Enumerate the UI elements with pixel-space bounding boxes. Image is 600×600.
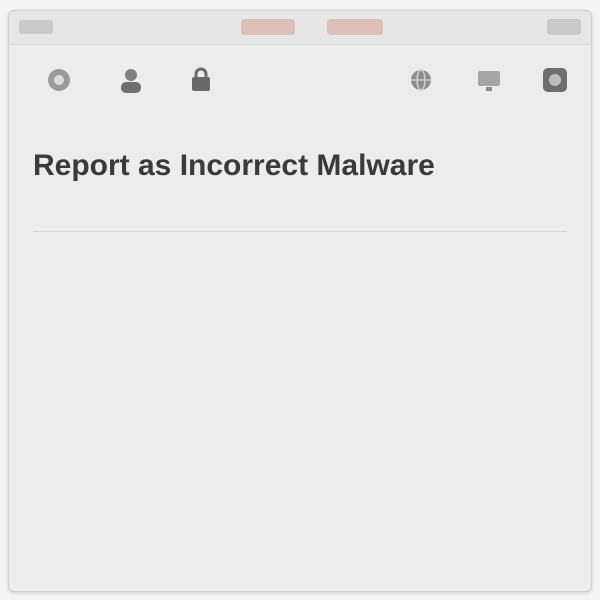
- window-menu-button[interactable]: [547, 19, 581, 35]
- divider: [33, 231, 567, 232]
- toolbar-item-advanced[interactable]: [533, 59, 577, 103]
- accounts-icon: [121, 69, 141, 93]
- toolbar-item-security[interactable]: [179, 59, 223, 103]
- security-icon: [192, 67, 210, 91]
- page-title: Report as Incorrect Malware: [33, 149, 435, 182]
- toolbar-item-accounts[interactable]: [109, 59, 153, 103]
- toolbar-item-general[interactable]: [37, 59, 81, 103]
- tab-1[interactable]: [241, 19, 295, 35]
- display-icon: [478, 71, 500, 91]
- toolbar-item-display[interactable]: [467, 59, 511, 103]
- window-controls[interactable]: [19, 20, 53, 34]
- network-icon: [411, 69, 431, 91]
- app-window: Report as Incorrect Malware: [8, 10, 592, 592]
- title-bar: [9, 11, 591, 45]
- toolbar-item-network[interactable]: [399, 59, 443, 103]
- advanced-icon: [543, 68, 567, 92]
- main-content: Report as Incorrect Malware: [9, 149, 591, 244]
- preferences-toolbar: [9, 45, 591, 119]
- general-icon: [48, 69, 70, 91]
- tab-2[interactable]: [327, 19, 383, 35]
